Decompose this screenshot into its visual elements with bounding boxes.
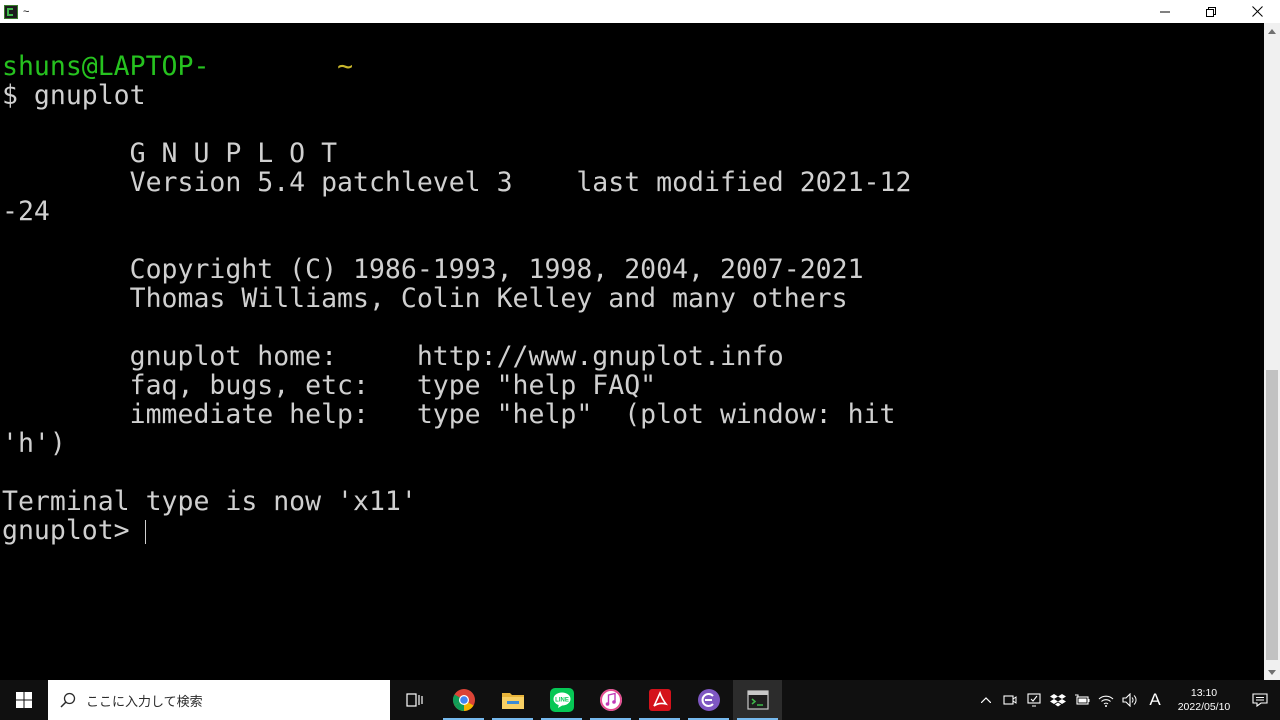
terminal-line: gnuplot home: http://www.gnuplot.info (2, 341, 784, 372)
acrobat-taskbar-button[interactable] (635, 680, 684, 720)
scroll-up-icon (1268, 28, 1276, 34)
vertical-scrollbar[interactable] (1264, 23, 1280, 680)
tray-battery[interactable] (1070, 680, 1094, 720)
battery-plug-icon (1075, 694, 1090, 705)
window-title-bar[interactable]: ~ (0, 0, 1280, 23)
show-hidden-icons-button[interactable] (974, 680, 998, 720)
tray-network[interactable] (1094, 680, 1118, 720)
terminal-line: Terminal type is now 'x11' (2, 486, 417, 517)
terminal-app-icon (4, 4, 18, 19)
prompt-path: ~ (337, 51, 354, 82)
line-icon: LINE (549, 688, 574, 712)
terminal-line: faq, bugs, etc: type "help FAQ" (2, 370, 657, 401)
prompt-line: shuns@LAPTOP- ~ (2, 52, 353, 81)
terminal-line: -24 (2, 196, 50, 227)
ime-indicator[interactable]: A (1142, 680, 1168, 720)
system-tray: A 13:10 2022/05/10 (974, 680, 1280, 720)
dropbox-icon (1050, 694, 1066, 707)
search-icon (60, 692, 76, 708)
task-view-icon (405, 693, 423, 707)
terminal-line: Copyright (C) 1986-1993, 1998, 2004, 200… (2, 254, 864, 285)
chrome-taskbar-button[interactable] (439, 680, 488, 720)
tray-meet-now[interactable] (998, 680, 1022, 720)
notification-center-button[interactable] (1240, 680, 1280, 720)
eclipse-taskbar-button[interactable] (684, 680, 733, 720)
gnuplot-prompt: gnuplot> (2, 515, 146, 546)
speaker-icon (1122, 693, 1137, 707)
svg-text:LINE: LINE (555, 698, 569, 704)
scroll-up-button[interactable] (1264, 23, 1280, 39)
terminal-output[interactable]: shuns@LAPTOP- ~ $ gnuplot G N U P L O T … (0, 23, 1264, 680)
terminal-taskbar-button[interactable] (733, 680, 782, 720)
clock-date: 2022/05/10 (1177, 701, 1231, 713)
itunes-taskbar-button[interactable] (586, 680, 635, 720)
search-placeholder: ここに入力して検索 (86, 693, 203, 709)
text-cursor (145, 520, 146, 544)
terminal-line: G N U P L O T (2, 138, 338, 169)
scrollbar-thumb[interactable] (1266, 370, 1278, 660)
start-button[interactable] (0, 680, 48, 720)
restore-button[interactable] (1188, 0, 1234, 23)
tray-volume[interactable] (1118, 680, 1142, 720)
camera-icon (1003, 695, 1017, 705)
close-icon (1251, 6, 1263, 17)
scroll-down-icon (1268, 669, 1276, 675)
taskbar-clock[interactable]: 13:10 2022/05/10 (1168, 680, 1240, 720)
monitor-check-icon (1027, 693, 1041, 707)
window-controls (1142, 0, 1280, 23)
wifi-icon (1098, 695, 1114, 707)
windows-logo-icon (16, 692, 32, 708)
clock-time: 13:10 (1190, 687, 1218, 699)
itunes-icon (599, 689, 622, 711)
acrobat-icon (648, 689, 671, 711)
terminal-line: Thomas Williams, Colin Kelley and many o… (2, 283, 848, 314)
tray-dropbox[interactable] (1046, 680, 1070, 720)
taskbar-search-box[interactable]: ここに入力して検索 (48, 680, 390, 720)
restore-icon (1206, 6, 1216, 17)
file-explorer-icon (501, 693, 524, 709)
chrome-icon (452, 689, 475, 711)
terminal-icon (746, 690, 769, 710)
terminal-line: 'h') (2, 428, 66, 459)
eclipse-icon (697, 689, 720, 711)
terminal-line: $ gnuplot (2, 80, 146, 111)
notification-icon (1252, 693, 1268, 707)
task-view-button[interactable] (390, 680, 439, 720)
prompt-user: shuns@LAPTOP- (2, 51, 210, 82)
window-title: ~ (23, 5, 30, 18)
terminal-line: Version 5.4 patchlevel 3 last modified 2… (2, 167, 912, 198)
line-taskbar-button[interactable]: LINE (537, 680, 586, 720)
minimize-button[interactable] (1142, 0, 1188, 23)
taskbar: ここに入力して検索 LINE A 13:10 2022/05/10 (0, 680, 1280, 720)
minimize-icon (1160, 11, 1170, 12)
tray-security[interactable] (1022, 680, 1046, 720)
file-explorer-taskbar-button[interactable] (488, 680, 537, 720)
close-button[interactable] (1234, 0, 1280, 23)
scroll-down-button[interactable] (1264, 664, 1280, 680)
chevron-up-icon (981, 697, 991, 703)
terminal-line: immediate help: type "help" (plot window… (2, 399, 896, 430)
